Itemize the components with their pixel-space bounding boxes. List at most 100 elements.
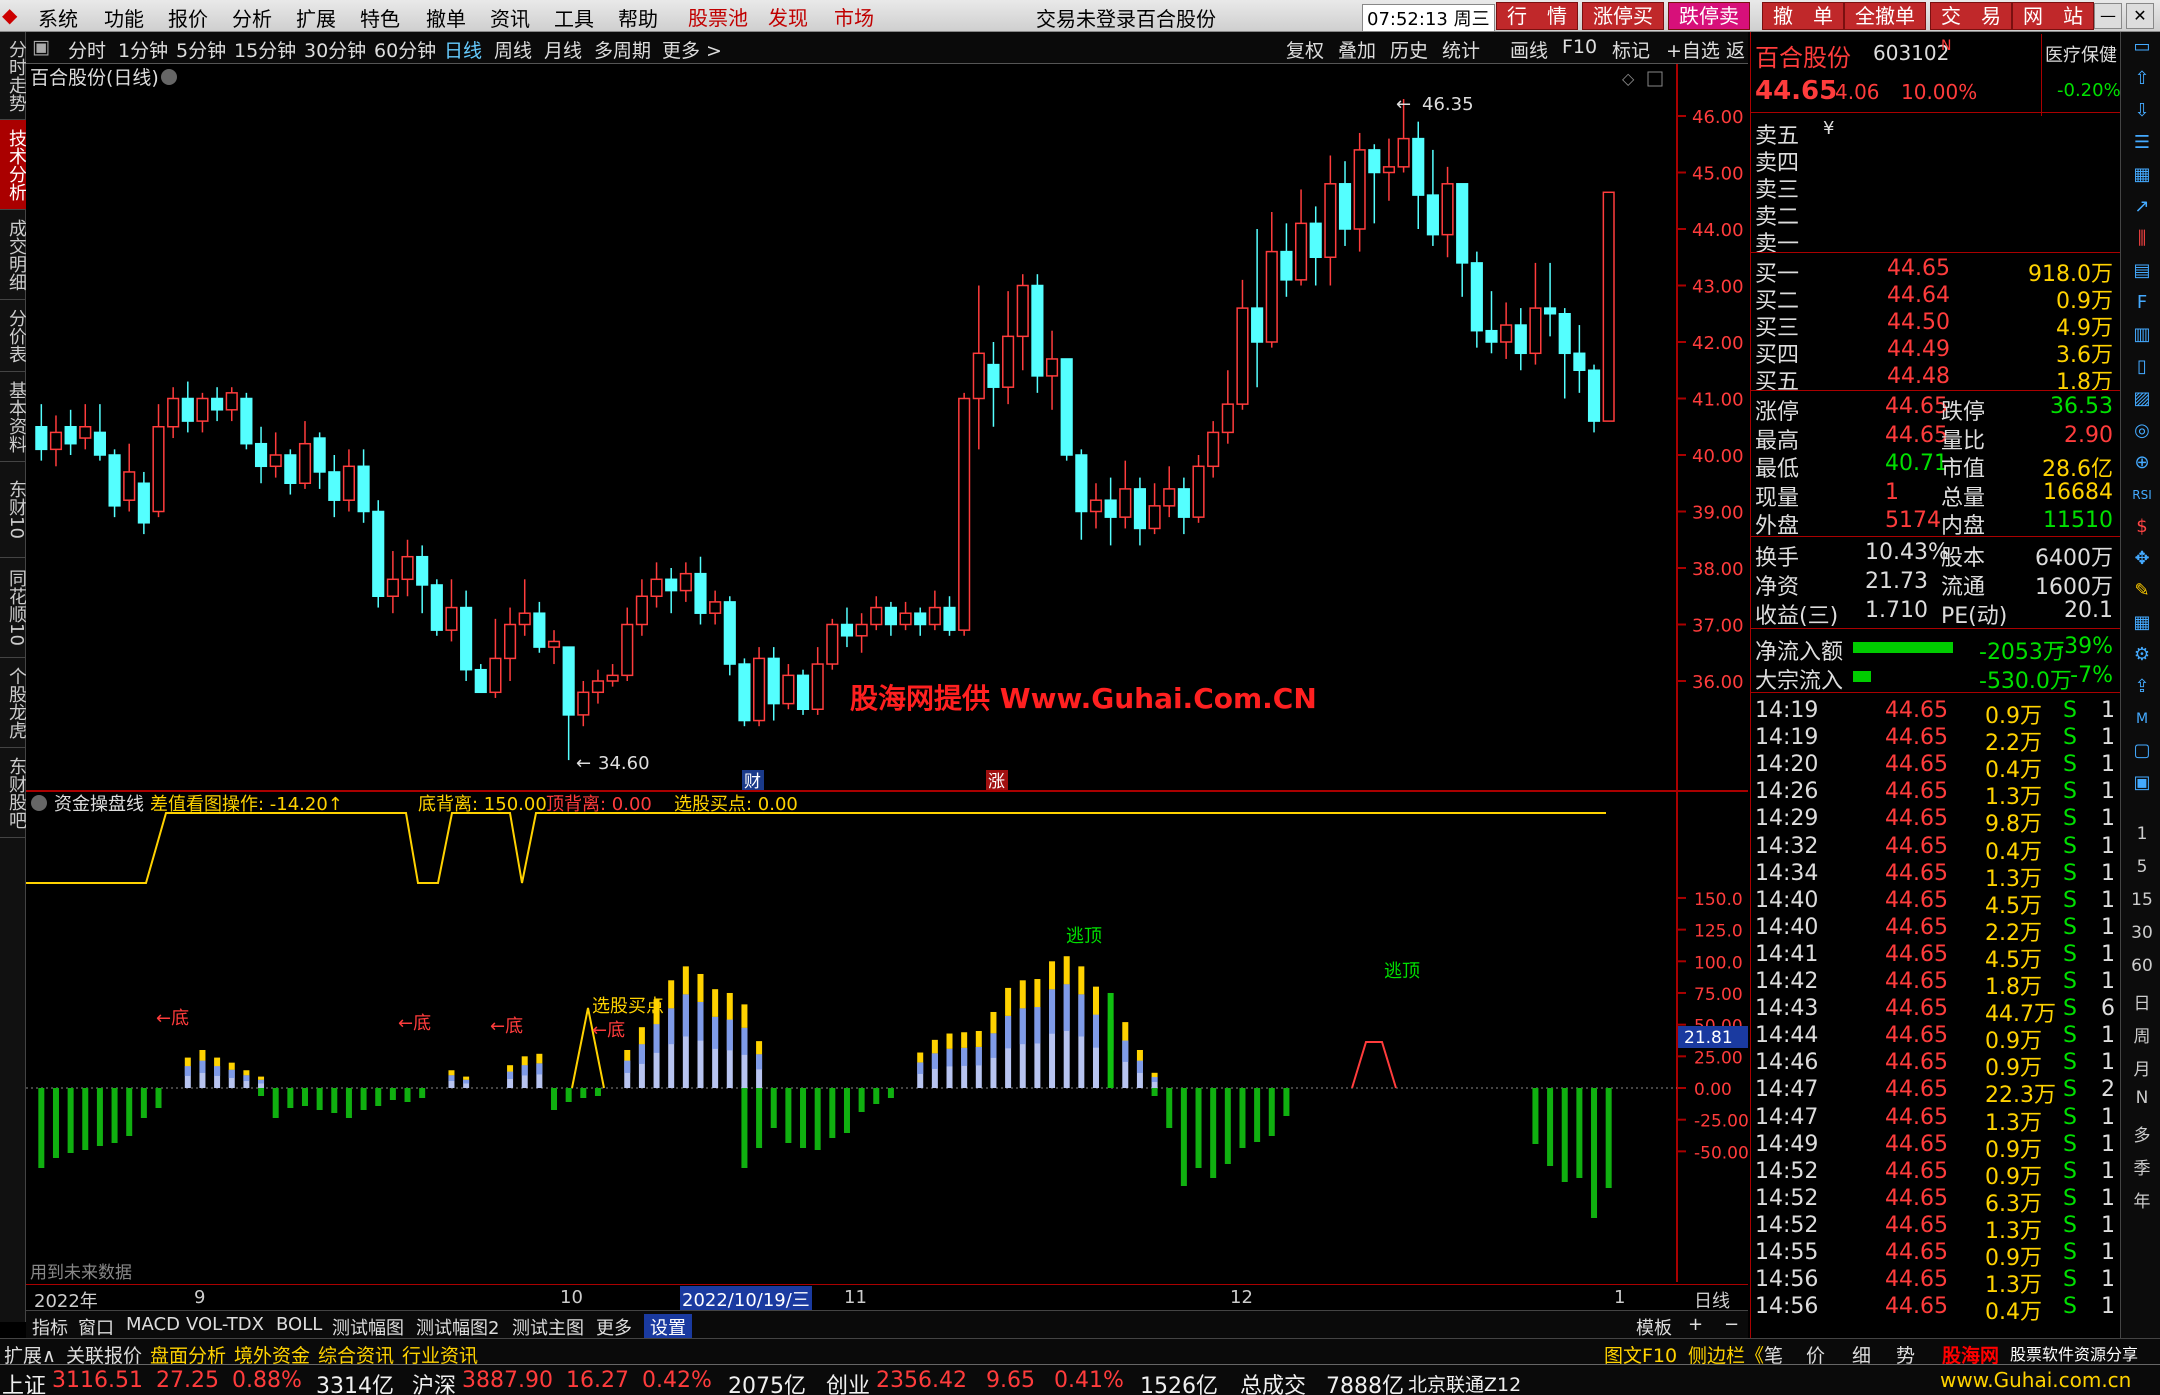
tab-eastmoney10[interactable]: 东财10 (0, 462, 27, 558)
cancel-order-button[interactable]: 撤 单 (1762, 2, 1844, 30)
zoom-out-icon[interactable]: − (1724, 1314, 1739, 1335)
price-chart[interactable]: 46.00 45.00 44.00 43.00 42.00 41.00 40.00 39.00… (26, 64, 1748, 792)
line-chart-icon[interactable]: ↗ (2131, 196, 2153, 218)
menu-discover[interactable]: 发现 (768, 2, 808, 31)
period-intraday[interactable]: 分时 (68, 36, 106, 63)
down-arrow-icon[interactable]: ⇩ (2131, 100, 2153, 122)
ind-tab-window[interactable]: 窗口 (78, 1314, 114, 1340)
ind-tab-settings[interactable]: 设置 (644, 1314, 692, 1340)
side-period-4[interactable]: 60 (2129, 956, 2155, 976)
tool-history[interactable]: 历史 (1390, 36, 1428, 63)
candle-icon[interactable]: ⫼ (2131, 228, 2153, 250)
side-period-10[interactable]: 季 (2129, 1154, 2155, 1179)
tab-dragon-tiger[interactable]: 个股龙虎 (0, 658, 27, 748)
globe-icon[interactable]: ⊕ (2131, 452, 2153, 474)
tab-ths10[interactable]: 同花顺10 (0, 558, 27, 658)
tool-mark[interactable]: 标记 (1612, 36, 1650, 63)
tool-overlay[interactable]: 叠加 (1338, 36, 1376, 63)
period-monthly[interactable]: 月线 (544, 36, 582, 63)
tool-f10[interactable]: F10 (1562, 36, 1597, 58)
calc-icon[interactable]: ▦ (2131, 612, 2153, 634)
period-5min[interactable]: 5分钟 (176, 36, 226, 63)
website-button[interactable]: 网 站 (2012, 2, 2094, 30)
chart-menu-icon[interactable] (161, 69, 177, 85)
period-60min[interactable]: 60分钟 (374, 36, 436, 63)
minimize-icon-2[interactable]: — (2094, 3, 2122, 29)
tab-trade-detail[interactable]: 成交明细 (0, 210, 27, 300)
info-icon[interactable]: ◎ (2131, 420, 2153, 442)
layout-icon[interactable]: ▣ (2131, 772, 2153, 794)
ind-tab-boll[interactable]: BOLL (276, 1314, 322, 1335)
side-period-11[interactable]: 年 (2129, 1187, 2155, 1212)
menu-extension[interactable]: 扩展 (296, 3, 336, 32)
tool-stats[interactable]: 统计 (1442, 36, 1480, 63)
side-period-8[interactable]: N (2129, 1088, 2155, 1108)
ind-tab-more[interactable]: 更多 (596, 1314, 632, 1340)
m-icon[interactable]: M (2131, 708, 2153, 730)
ind-tab-indicator[interactable]: 指标 (32, 1314, 68, 1340)
menu-news[interactable]: 资讯 (490, 3, 530, 32)
side-period-0[interactable]: 1 (2129, 824, 2155, 844)
doc-icon[interactable]: ▥ (2131, 324, 2153, 346)
ind-tab-vol[interactable]: VOL-TDX (186, 1314, 264, 1335)
money-icon[interactable]: $ (2131, 516, 2153, 538)
trade-button[interactable]: 交 易 (1930, 2, 2012, 30)
ind-tab-test1[interactable]: 测试幅图 (332, 1314, 404, 1340)
zoom-in-icon[interactable]: + (1688, 1314, 1703, 1335)
quote-button[interactable]: 行 情 (1496, 2, 1578, 30)
export-icon[interactable]: ⇪ (2131, 676, 2153, 698)
side-period-2[interactable]: 15 (2129, 890, 2155, 910)
tool-add-watch[interactable]: +自选 (1666, 36, 1720, 63)
side-period-1[interactable]: 5 (2129, 857, 2155, 877)
period-15min[interactable]: 15分钟 (234, 36, 296, 63)
up-arrow-icon[interactable]: ⇧ (2131, 68, 2153, 90)
grid-icon[interactable]: ▦ (2131, 164, 2153, 186)
period-daily[interactable]: 日线 (444, 36, 482, 63)
fib-icon[interactable]: ▨ (2131, 388, 2153, 410)
template-tab[interactable]: 模板 (1636, 1314, 1672, 1340)
indicator-menu-icon[interactable] (31, 795, 47, 811)
period-multi[interactable]: 多周期 (594, 36, 651, 63)
menu-stock-pool[interactable]: 股票池 (688, 2, 748, 31)
side-period-5[interactable]: 日 (2129, 989, 2155, 1014)
tab-technical[interactable]: 技术分析 (0, 120, 27, 210)
close-icon[interactable]: ✕ (2126, 3, 2154, 29)
tab-intraday[interactable]: 分时走势 (0, 32, 27, 120)
sidebar-toggle-icon[interactable]: ▣ (32, 36, 50, 58)
tool-draw[interactable]: 画线 (1510, 36, 1548, 63)
window-icon[interactable]: ▭ (2131, 36, 2153, 58)
limit-down-sell-button[interactable]: 跌停卖 (1668, 2, 1750, 30)
menu-tools[interactable]: 工具 (554, 3, 594, 32)
menu-market[interactable]: 市场 (834, 2, 874, 31)
menu-quote[interactable]: 报价 (168, 3, 208, 32)
side-period-3[interactable]: 30 (2129, 923, 2155, 943)
bookmark-icon[interactable]: ▢ (2131, 740, 2153, 762)
ind-tab-test-main[interactable]: 测试主图 (512, 1314, 584, 1340)
period-30min[interactable]: 30分钟 (304, 36, 366, 63)
table-icon[interactable]: ▤ (2131, 260, 2153, 282)
side-period-9[interactable]: 多 (2129, 1121, 2155, 1146)
brand-url[interactable]: www.Guhai.com.cn (1940, 1368, 2131, 1392)
pen-icon[interactable]: ✎ (2131, 580, 2153, 602)
menu-cancel-order[interactable]: 撤单 (426, 3, 466, 32)
side-period-7[interactable]: 月 (2129, 1055, 2155, 1080)
menu-system[interactable]: 系统 (38, 3, 78, 32)
list-icon[interactable]: ☰ (2131, 132, 2153, 154)
settings-icon[interactable]: ⚙ (2131, 644, 2153, 666)
tool-adjust[interactable]: 复权 (1286, 36, 1324, 63)
ind-tab-macd[interactable]: MACD (126, 1314, 180, 1335)
move-icon[interactable]: ✥ (2131, 548, 2153, 570)
menu-function[interactable]: 功能 (104, 3, 144, 32)
menu-features[interactable]: 特色 (360, 3, 400, 32)
period-weekly[interactable]: 周线 (494, 36, 532, 63)
page-icon[interactable]: ▯ (2131, 356, 2153, 378)
f10-icon[interactable]: F (2131, 292, 2153, 314)
indicator-chart[interactable]: 150.0125.0100.075.0050.0025.000.00-25.00… (26, 792, 1749, 1283)
ind-tab-test2[interactable]: 测试幅图2 (416, 1314, 499, 1340)
side-period-6[interactable]: 周 (2129, 1022, 2155, 1047)
limit-up-buy-button[interactable]: 涨停买 (1582, 2, 1664, 30)
tab-forum[interactable]: 东财股吧 (0, 748, 27, 838)
menu-analysis[interactable]: 分析 (232, 3, 272, 32)
menu-help[interactable]: 帮助 (618, 3, 658, 32)
cancel-all-button[interactable]: 全撤单 (1844, 2, 1926, 30)
